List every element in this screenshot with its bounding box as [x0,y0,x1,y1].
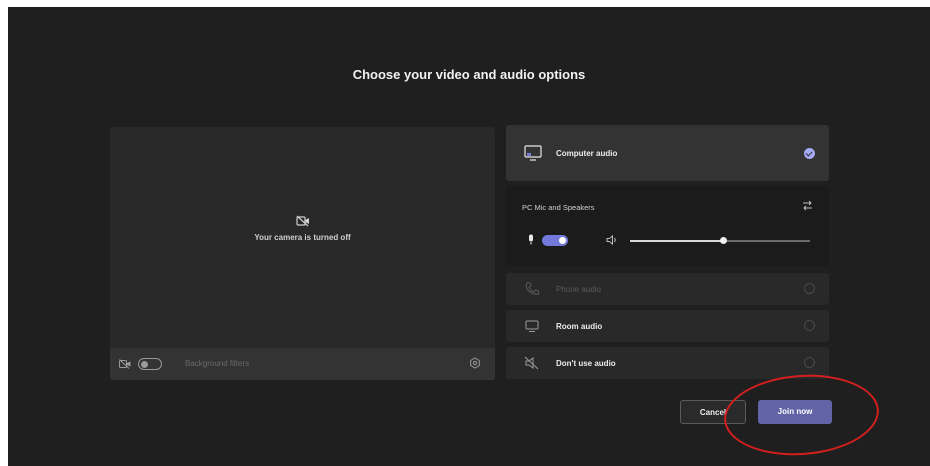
computer-audio-label: Computer audio [556,149,618,158]
camera-off-message: Your camera is turned off [110,215,495,242]
volume-slider[interactable] [630,237,810,244]
background-filters-button[interactable]: Background filters [185,359,249,368]
volume-fill [630,240,724,242]
gear-icon[interactable] [469,357,481,369]
volume-thumb[interactable] [720,237,728,244]
mic-toggle-knob [559,237,566,244]
preview-toolbar: Background filters [110,348,495,380]
swap-icon[interactable] [802,200,813,211]
camera-icon [119,359,131,369]
prejoin-screen: Choose your video and audio options Your… [8,7,930,466]
monitor-icon [524,145,542,161]
audio-device-name[interactable]: PC Mic and Speakers [522,203,595,212]
mic-icon [529,234,533,245]
camera-off-icon [295,215,309,227]
computer-audio-check[interactable] [804,148,815,159]
phone-audio-option: Phone audio [506,273,829,305]
speaker-off-icon [524,356,539,370]
camera-off-text: Your camera is turned off [254,233,351,242]
camera-toggle-knob [141,360,148,368]
page-title: Choose your video and audio options [352,67,586,82]
phone-icon [525,282,539,295]
audio-device-panel: PC Mic and Speakers [506,186,829,266]
room-icon [525,320,539,332]
room-audio-label: Room audio [556,322,603,331]
room-audio-radio[interactable] [804,320,815,331]
computer-audio-option[interactable]: Computer audio [506,125,829,181]
no-audio-label: Don't use audio [556,359,616,368]
no-audio-radio[interactable] [804,357,815,368]
camera-toggle[interactable] [138,358,162,370]
mic-toggle[interactable] [542,235,568,246]
phone-audio-label: Phone audio [556,285,601,294]
highlight-annotation [721,369,882,461]
camera-preview: Your camera is turned off Background fil… [110,127,495,380]
speaker-icon [606,235,616,245]
room-audio-option[interactable]: Room audio [506,310,829,342]
phone-audio-radio [804,283,815,294]
no-audio-option[interactable]: Don't use audio [506,347,829,379]
